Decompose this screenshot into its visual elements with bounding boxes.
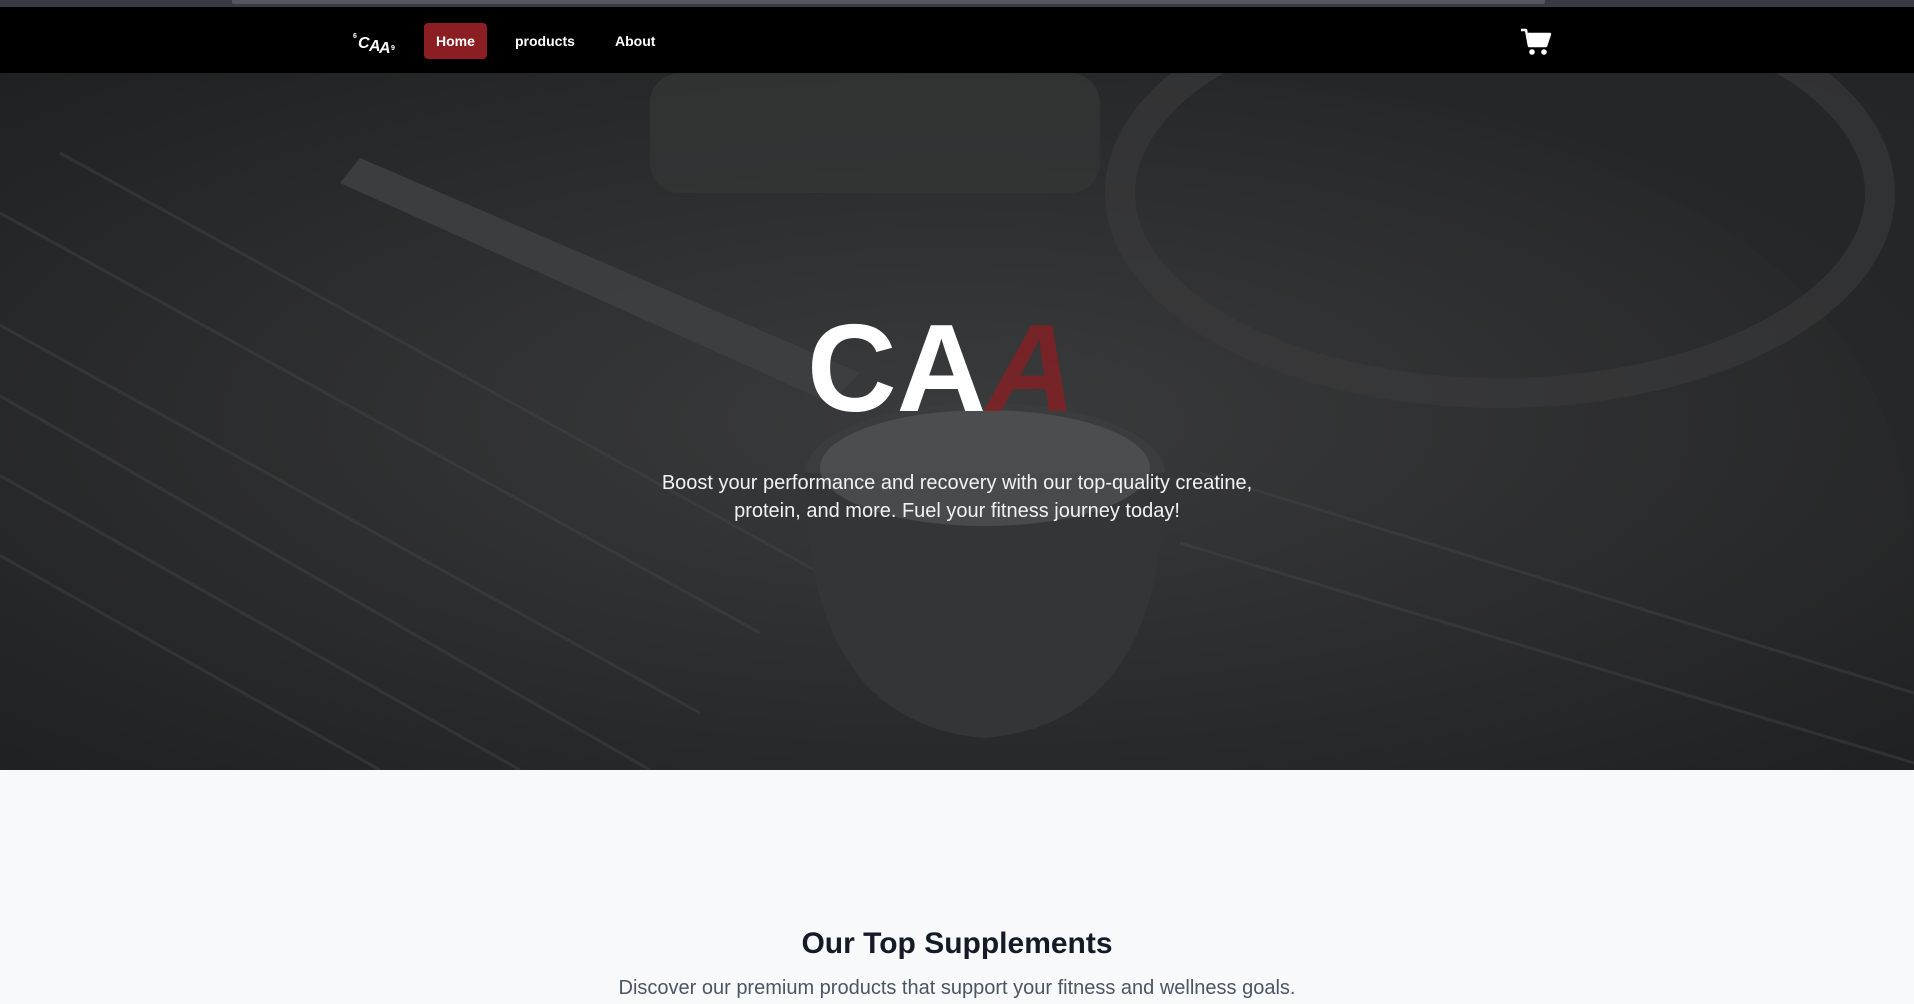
nav-products-link[interactable]: products xyxy=(503,23,587,59)
caa-logo-icon: 6 C A A 9 xyxy=(353,33,395,57)
svg-text:6: 6 xyxy=(353,33,357,40)
svg-text:A: A xyxy=(378,40,391,57)
section-subtitle: Discover our premium products that suppo… xyxy=(618,977,1296,999)
hero-title-text: CAA xyxy=(807,300,1076,433)
nav-about-link[interactable]: About xyxy=(603,23,667,59)
section-title: Our Top Supplements xyxy=(801,927,1113,960)
scroll-indicator xyxy=(232,0,1545,4)
shopping-cart-icon[interactable] xyxy=(1520,27,1552,57)
hero-description: Boost your performance and recovery with… xyxy=(661,472,1253,522)
hero-section: CAA Boost your performance and recovery … xyxy=(0,73,1914,770)
hero-title: CAA xyxy=(0,293,1914,438)
svg-text:9: 9 xyxy=(391,45,395,52)
hero-title-logo: CAA xyxy=(807,300,1076,433)
navbar: 6 C A A 9 Home products About xyxy=(0,7,1914,73)
brand-logo[interactable]: 6 C A A 9 xyxy=(352,28,398,58)
nav-home-link[interactable]: Home xyxy=(424,23,487,59)
top-supplements-section: Our Top Supplements Discover our premium… xyxy=(0,770,1914,1004)
